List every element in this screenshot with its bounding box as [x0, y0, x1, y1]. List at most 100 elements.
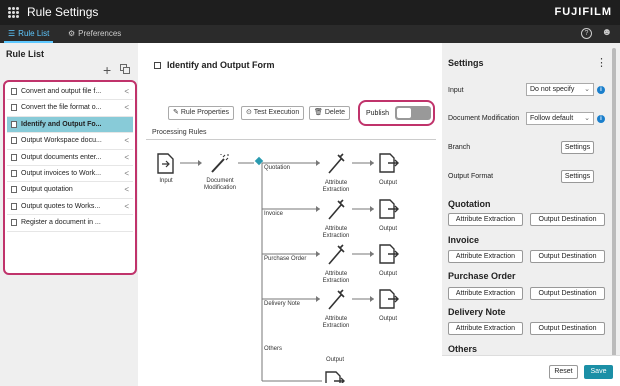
pipette-icon: [328, 244, 345, 265]
rule-item[interactable]: Output quotation <: [7, 182, 133, 199]
document-modification-node[interactable]: Document Modification: [198, 178, 242, 192]
output-format-settings-button[interactable]: Settings: [561, 170, 594, 183]
quotation-output-destination-button[interactable]: Output Destination: [530, 213, 605, 226]
output-label: Output: [325, 357, 344, 363]
input-node-label: Input: [159, 178, 173, 184]
doc-mod-select-value: Follow default: [530, 115, 574, 122]
settings-footer: Reset Save: [442, 355, 620, 386]
delete-label: Delete: [324, 109, 346, 116]
output-icon: [325, 371, 345, 383]
rule-item-label: Register a document in ...: [21, 219, 101, 227]
purchase-order-output-destination-button[interactable]: Output Destination: [530, 287, 605, 300]
tab-rule-list[interactable]: ☰ Rule List: [4, 25, 54, 43]
info-icon[interactable]: i: [597, 86, 605, 94]
user-icon[interactable]: ☻: [601, 27, 612, 38]
attr-label-1: Attribute: [324, 316, 348, 322]
rule-properties-button[interactable]: ✎ Rule Properties: [168, 106, 235, 120]
gear-icon: ⚙: [68, 29, 76, 38]
share-icon[interactable]: <: [124, 182, 129, 197]
app-title: Rule Settings: [27, 5, 99, 19]
rule-item[interactable]: Output documents enter... <: [7, 150, 133, 166]
title-bar: Rule Settings FUJIFILM: [0, 0, 620, 25]
rule-item-selected[interactable]: Identify and Output Fo...: [7, 116, 133, 134]
help-icon[interactable]: ?: [581, 28, 592, 39]
section-others: Others: [448, 344, 478, 354]
more-options-icon[interactable]: ⋮: [596, 56, 607, 69]
output-label: Output: [378, 180, 397, 186]
scrollbar[interactable]: [612, 48, 616, 358]
section-purchase-order: Purchase Order: [448, 271, 516, 281]
attr-label-2: Extraction: [322, 278, 350, 284]
rule-item[interactable]: Convert and output file f... <: [7, 84, 133, 101]
share-icon[interactable]: <: [124, 133, 129, 148]
doc-mod-label-1: Document: [206, 178, 234, 184]
branch-label-others: Others: [264, 346, 283, 352]
output-label: Output: [378, 226, 397, 232]
attribute-extraction-node[interactable]: Attribute Extraction: [316, 316, 356, 330]
document-icon: [11, 186, 17, 194]
settings-panel: Settings ⋮ Input Do not specify ⌄ i Docum…: [442, 43, 620, 386]
input-select[interactable]: Do not specify ⌄: [526, 83, 594, 96]
settings-title: Settings: [448, 58, 484, 68]
check-icon: ⊙: [246, 109, 254, 116]
rule-item[interactable]: Convert the file format o... <: [7, 100, 133, 117]
tab-preferences[interactable]: ⚙ Preferences: [64, 25, 125, 43]
form-icon: [154, 62, 161, 69]
branch-settings-button[interactable]: Settings: [561, 141, 594, 154]
invoice-attribute-extraction-button[interactable]: Attribute Extraction: [448, 250, 523, 263]
rule-item[interactable]: Output quotes to Works... <: [7, 199, 133, 216]
publish-toggle[interactable]: [395, 106, 431, 120]
share-icon[interactable]: <: [124, 199, 129, 214]
doc-mod-label-2: Modification: [203, 185, 236, 191]
output-node[interactable]: Output: [374, 271, 402, 278]
attribute-extraction-node[interactable]: Attribute Extraction: [316, 180, 356, 194]
output-icon: [379, 244, 399, 264]
section-invoice: Invoice: [448, 235, 480, 245]
info-icon[interactable]: i: [597, 115, 605, 123]
rule-item[interactable]: Register a document in ...: [7, 215, 133, 232]
apps-grid-icon[interactable]: [8, 7, 19, 18]
share-icon[interactable]: <: [124, 150, 129, 165]
attribute-extraction-node[interactable]: Attribute Extraction: [316, 271, 356, 285]
attribute-extraction-node[interactable]: Attribute Extraction: [316, 226, 356, 240]
output-icon: [379, 153, 399, 173]
quotation-attribute-extraction-button[interactable]: Attribute Extraction: [448, 213, 523, 226]
rule-item-label: Output quotation: [21, 186, 73, 194]
document-icon: [11, 137, 17, 145]
flow-diagram: [157, 153, 399, 383]
document-icon: [11, 88, 17, 95]
output-label: Output: [378, 316, 397, 322]
share-icon[interactable]: <: [124, 84, 129, 99]
rule-item-label: Output Workspace docu...: [21, 137, 102, 145]
attr-label-2: Extraction: [322, 233, 350, 239]
test-execution-button[interactable]: ⊙ Test Execution: [241, 106, 305, 120]
share-icon[interactable]: <: [124, 100, 129, 115]
invoice-output-destination-button[interactable]: Output Destination: [530, 250, 605, 263]
rule-item[interactable]: Output Workspace docu... <: [7, 133, 133, 150]
save-button[interactable]: Save: [584, 365, 613, 379]
rule-editor: Identify and Output Form ✎ Rule Properti…: [138, 43, 442, 386]
doc-mod-select[interactable]: Follow default ⌄: [526, 112, 594, 125]
tab-rule-list-label: Rule List: [18, 29, 50, 38]
share-icon[interactable]: <: [124, 166, 129, 181]
reset-button[interactable]: Reset: [549, 365, 578, 379]
delivery-note-output-destination-button[interactable]: Output Destination: [530, 322, 605, 335]
output-node[interactable]: Output: [374, 180, 402, 187]
purchase-order-attribute-extraction-button[interactable]: Attribute Extraction: [448, 287, 523, 300]
pipette-icon: [328, 153, 345, 174]
output-node[interactable]: Output: [321, 357, 349, 364]
input-node[interactable]: Input: [152, 178, 180, 185]
delivery-note-attribute-extraction-button[interactable]: Attribute Extraction: [448, 322, 523, 335]
delete-button[interactable]: 🗑 Delete: [309, 106, 351, 120]
output-node[interactable]: Output: [374, 226, 402, 233]
add-icon[interactable]: +: [103, 63, 111, 77]
pipette-icon: [328, 289, 345, 310]
magic-wand-icon: [211, 154, 229, 173]
document-icon: [11, 104, 17, 112]
output-node[interactable]: Output: [374, 316, 402, 323]
rule-item[interactable]: Output invoices to Work... <: [7, 166, 133, 183]
form-title: Identify and Output Form: [154, 60, 275, 70]
input-setting-label: Input: [448, 87, 464, 94]
attr-label-1: Attribute: [324, 226, 348, 232]
copy-icon[interactable]: [120, 64, 131, 75]
